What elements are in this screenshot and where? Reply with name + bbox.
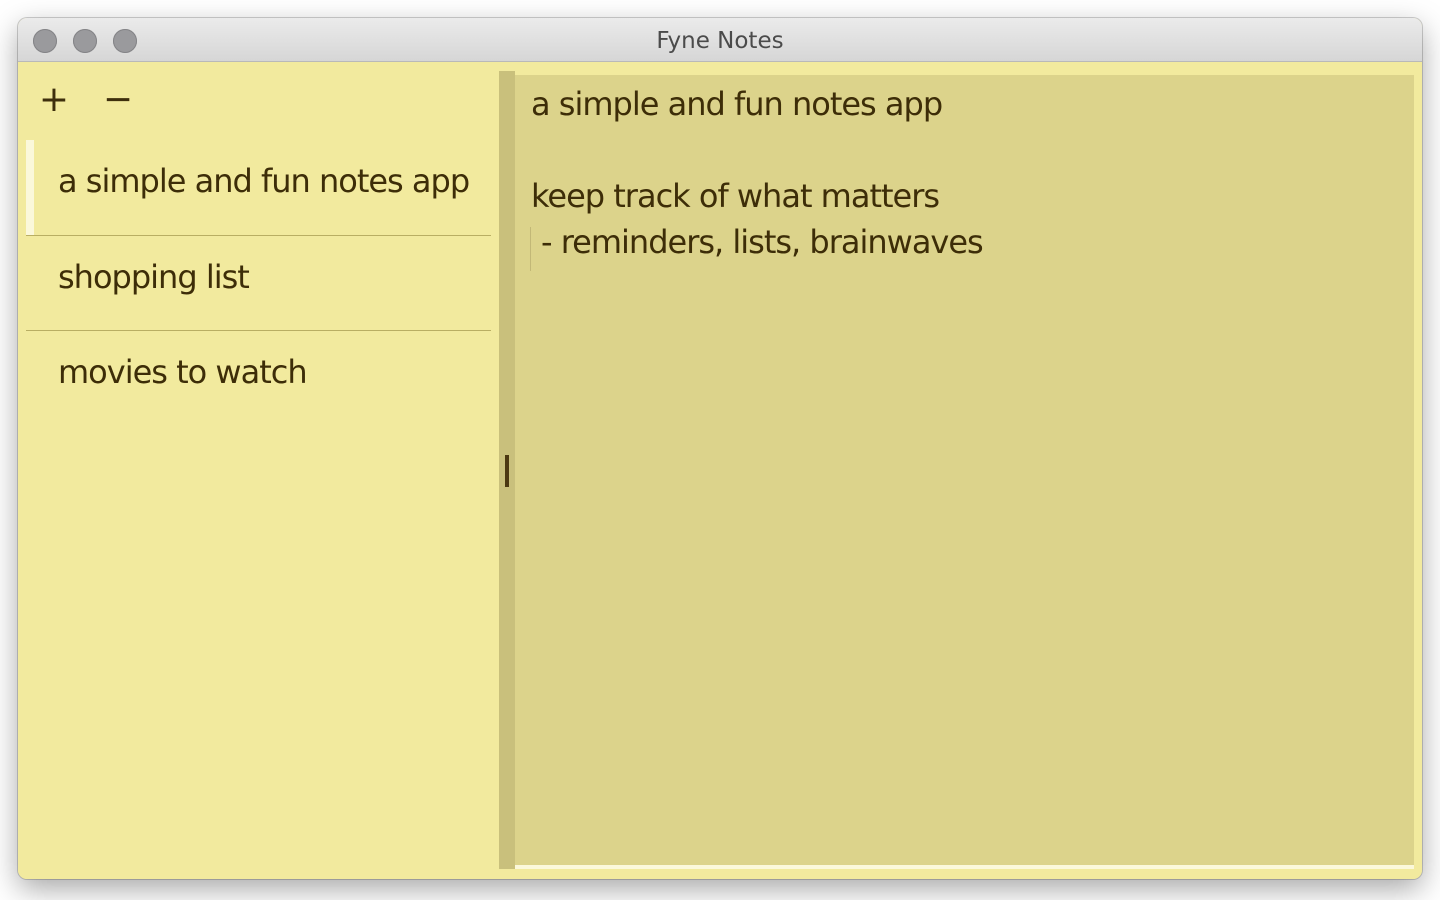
- remove-note-button[interactable]: −: [100, 80, 136, 120]
- note-editor[interactable]: a simple and fun notes app keep track of…: [515, 75, 1414, 869]
- note-list: a simple and fun notes app shopping list…: [26, 140, 491, 425]
- note-title: movies to watch: [58, 353, 308, 391]
- title-bar[interactable]: Fyne Notes: [18, 18, 1422, 62]
- split-grip-icon: [505, 455, 509, 487]
- window-title: Fyne Notes: [656, 28, 784, 54]
- note-list-item[interactable]: shopping list: [26, 235, 491, 330]
- split-divider-handle[interactable]: [499, 71, 515, 869]
- note-title: shopping list: [58, 258, 250, 296]
- editor-line: keep track of what matters: [531, 177, 940, 215]
- selection-indicator: [26, 140, 34, 235]
- main-content: + − a simple and fun notes app shopping …: [18, 62, 1422, 879]
- note-list-item[interactable]: a simple and fun notes app: [26, 140, 491, 235]
- add-note-button[interactable]: +: [36, 80, 72, 120]
- app-window: Fyne Notes + − a simple and fun notes ap…: [18, 18, 1422, 879]
- editor-line: - reminders, lists, brainwaves: [541, 223, 984, 261]
- note-list-item[interactable]: movies to watch: [26, 330, 491, 425]
- text-cursor: [530, 227, 531, 271]
- note-title: a simple and fun notes app: [58, 162, 470, 200]
- editor-line: a simple and fun notes app: [531, 85, 943, 123]
